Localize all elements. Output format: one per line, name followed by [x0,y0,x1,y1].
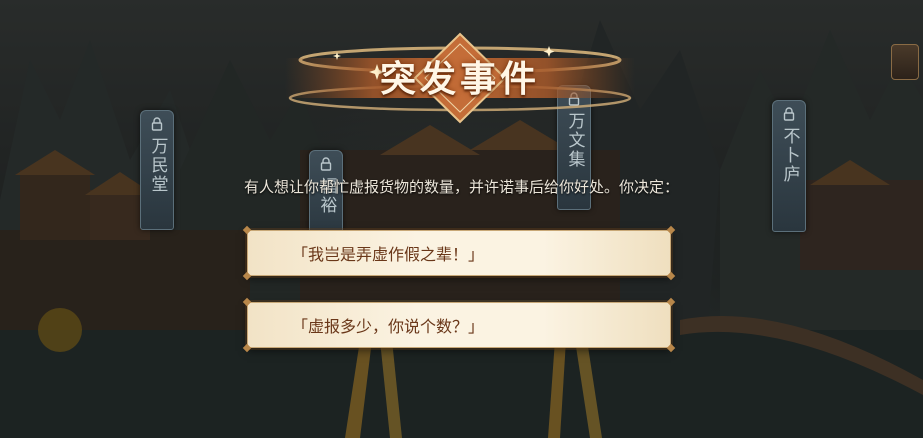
lock-icon [783,107,795,121]
choice-refuse-button[interactable]: 「我岂是弄虚作假之辈！」 [242,225,676,281]
sign-wanmintang[interactable]: 万民堂 [140,110,174,230]
choice-accept-button[interactable]: 「虚报多少，你说个数？」 [242,297,676,353]
choice-label: 「我岂是弄虚作假之辈！」 [292,245,485,264]
lock-icon [151,117,163,131]
event-title: 突发事件 [379,58,540,100]
sign-buburu[interactable]: 不卜庐 [772,100,806,232]
lock-icon [320,157,332,171]
event-prompt: 有人想让你帮忙虚报货物的数量，并许诺事后给你好处。你决定： [243,178,679,196]
menu-icon[interactable] [891,44,919,80]
choice-label: 「虚报多少，你说个数？」 [292,317,485,336]
event-title-banner: 突发事件 [225,30,695,130]
